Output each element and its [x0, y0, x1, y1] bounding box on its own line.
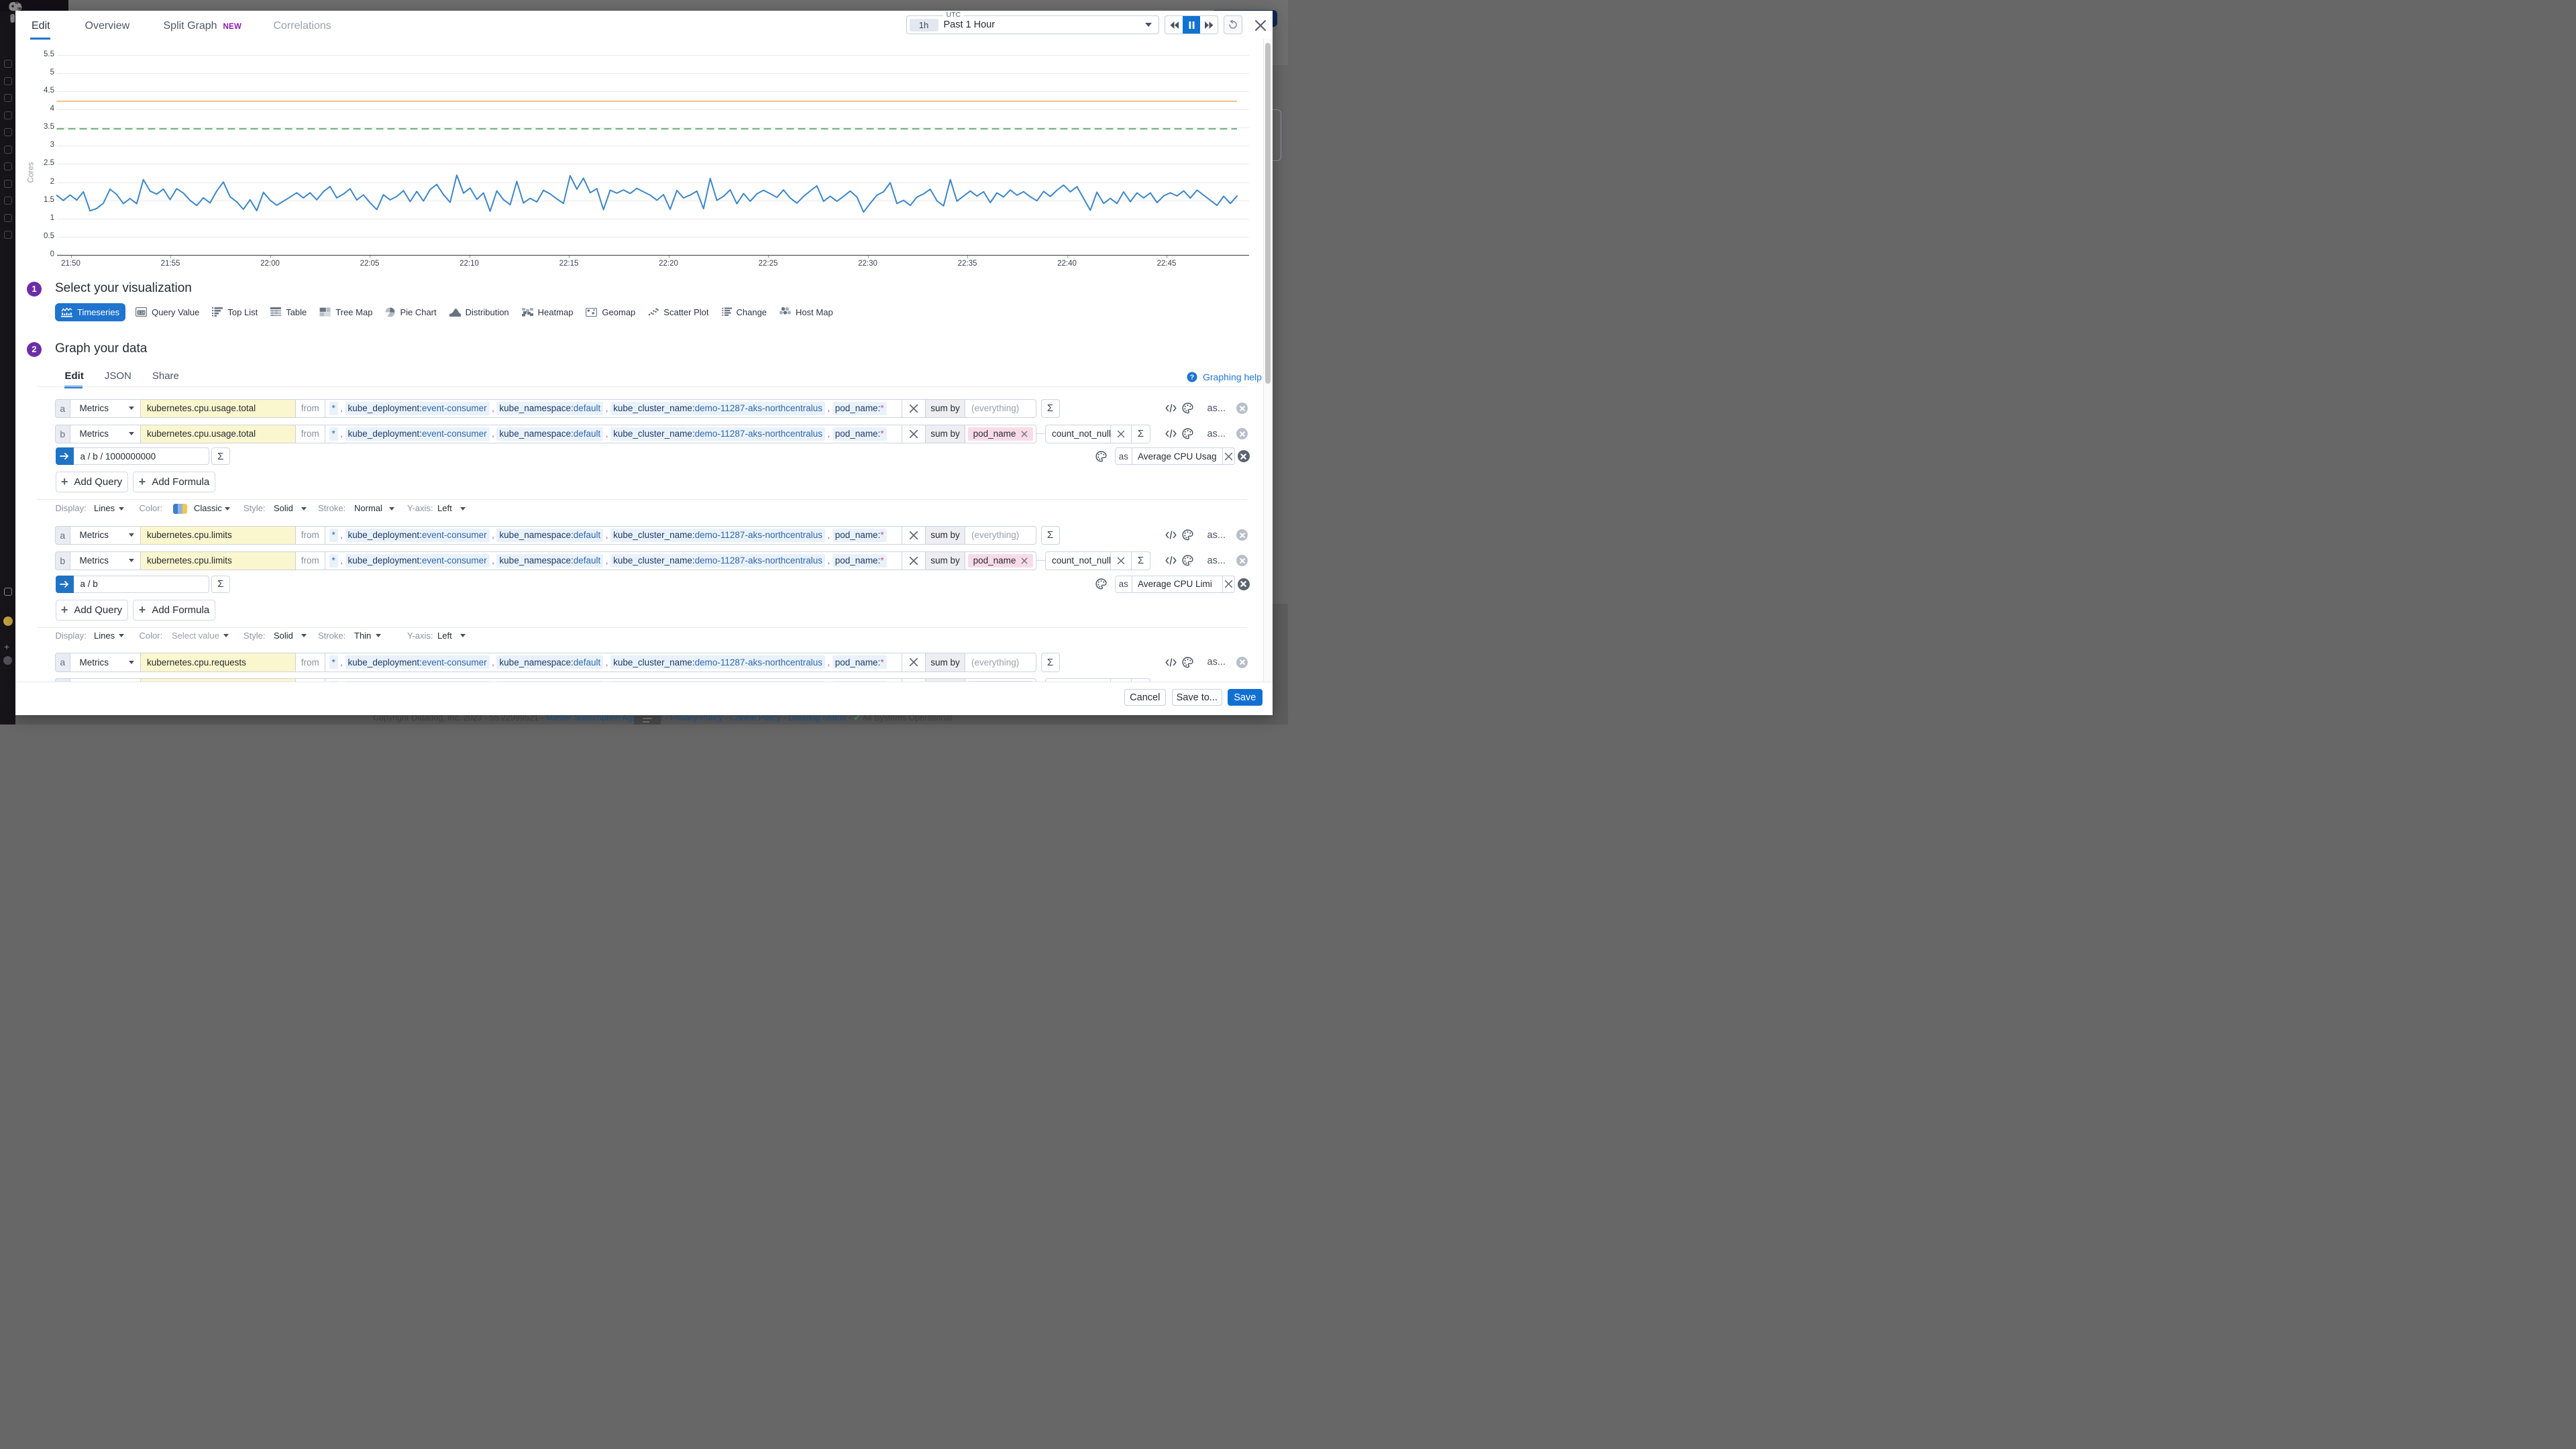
svg-text:?: ? [1190, 374, 1194, 381]
svg-text:3.14: 3.14 [138, 311, 145, 315]
